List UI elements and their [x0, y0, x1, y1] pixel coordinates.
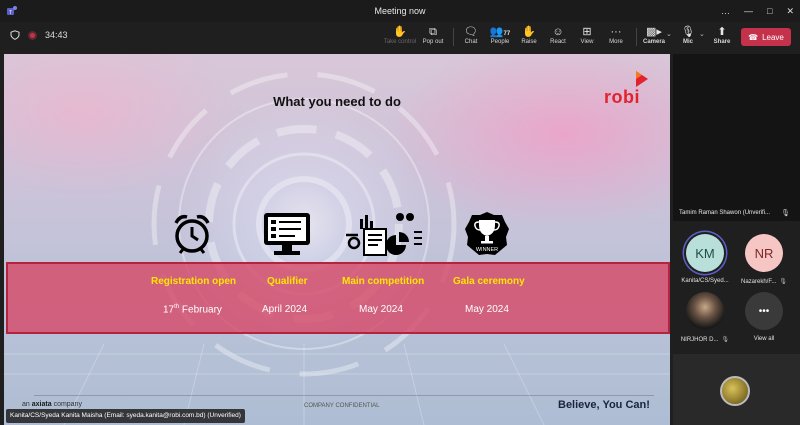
- slide-title: What you need to do: [273, 94, 401, 109]
- react-label: React: [550, 39, 566, 45]
- title-bar: T Meeting now … — □ ✕: [0, 0, 800, 22]
- slide-footer-divider: [34, 395, 654, 396]
- participant-name-text: Nazarekh/F...: [741, 279, 777, 285]
- people-count-badge: 77: [503, 31, 511, 37]
- trophy-icon: WINNER: [465, 212, 509, 255]
- share-button[interactable]: ⬆ Share: [704, 25, 740, 45]
- mic-muted-icon: 🎙: [721, 337, 730, 343]
- robi-logo-text: robi: [604, 87, 640, 107]
- chat-label: Chat: [464, 39, 478, 45]
- self-preview-tile[interactable]: [673, 354, 800, 425]
- leave-label: Leave: [762, 32, 784, 42]
- avatar: NR: [745, 234, 783, 272]
- participant-name: Nazarekh/F... 🎙: [734, 278, 794, 285]
- camera-label: Camera: [642, 39, 665, 45]
- meeting-status: 34:43: [10, 30, 68, 40]
- axiata-company-tag: an axiata company: [22, 401, 82, 408]
- analytics-icon: [346, 213, 422, 256]
- more-icon: •••: [745, 292, 783, 330]
- computer-checklist-icon: [264, 213, 310, 255]
- milestone-date: April 2024: [262, 304, 308, 315]
- robi-logo-mark-icon: [636, 71, 648, 87]
- recording-icon: [28, 30, 37, 40]
- milestone-heading: Qualifier: [267, 276, 308, 287]
- window-title: Meeting now: [374, 6, 426, 16]
- participant-name-text: Kanita/CS/Syed...: [681, 278, 729, 284]
- maximize-icon[interactable]: □: [767, 6, 772, 16]
- more-label: More: [609, 39, 623, 45]
- mic-label: Mic: [682, 39, 693, 45]
- mic-muted-icon: 🎙: [779, 279, 787, 285]
- view-label: View: [580, 39, 594, 45]
- share-label: Share: [713, 39, 731, 45]
- milestone-date: 17th February: [163, 304, 222, 315]
- shared-screen: What you need to do robi WINNER Registra…: [4, 54, 670, 425]
- take-control-button[interactable]: ✋ Take control: [382, 25, 418, 45]
- take-control-icon: ✋: [393, 26, 407, 38]
- milestone-date-month: February: [179, 304, 222, 316]
- phone-hangup-icon: ☎: [748, 32, 759, 42]
- alarm-clock-icon: [174, 214, 210, 254]
- confidential-label: COMPANY CONFIDENTIAL: [304, 403, 380, 409]
- presenter-name-label: Kanita/CS/Syeda Kanita Maisha (Email: sy…: [6, 409, 245, 423]
- raise-label: Raise: [521, 39, 537, 45]
- view-all-label: View all: [753, 336, 775, 342]
- trophy-winner-text: WINNER: [476, 247, 498, 253]
- company-suffix: company: [53, 401, 82, 408]
- people-label: People: [490, 39, 510, 45]
- share-icon: ⬆: [717, 26, 727, 38]
- minimize-icon[interactable]: —: [744, 6, 753, 16]
- timeline-band: [6, 262, 670, 334]
- shield-icon[interactable]: [10, 30, 20, 40]
- participant-name-text: NIRJHOR D...: [680, 337, 719, 343]
- close-icon[interactable]: ✕: [786, 6, 794, 17]
- meeting-toolbar: 34:43 ✋ Take control ⧉ Pop out 🗨 Chat 👥7…: [0, 22, 800, 52]
- robi-logo: robi: [604, 70, 652, 110]
- avatar: [686, 292, 724, 330]
- participant-tile[interactable]: NIRJHOR D... 🎙: [675, 292, 735, 343]
- slide-slogan: Believe, You Can!: [558, 399, 650, 411]
- milestone-date: May 2024: [359, 304, 403, 315]
- take-control-label: Take control: [383, 39, 417, 45]
- window-controls: … — □ ✕: [721, 0, 794, 22]
- slide-background-rings: [4, 71, 670, 425]
- meeting-timer: 34:43: [45, 30, 68, 40]
- mic-muted-icon: 🎙: [781, 210, 790, 217]
- participant-tile[interactable]: NR Nazarekh/F... 🎙: [734, 234, 794, 285]
- milestone-date: May 2024: [465, 304, 509, 315]
- more-button[interactable]: ··· More: [598, 25, 634, 45]
- company-prefix: an: [22, 401, 30, 408]
- more-icon: ···: [610, 26, 622, 38]
- window-more-icon[interactable]: …: [721, 6, 730, 16]
- participant-name: Tamim Raman Shawon (Unverifi...: [679, 210, 771, 216]
- teams-meeting-window: T Meeting now … — □ ✕ 34:43 ✋ Take contr…: [0, 0, 800, 425]
- pop-out-button[interactable]: ⧉ Pop out: [415, 25, 451, 45]
- avatar: KM: [686, 234, 724, 272]
- participant-name: NIRJHOR D... 🎙: [675, 336, 735, 343]
- view-all-button[interactable]: ••• View all: [734, 292, 794, 342]
- milestone-date-day: 17: [163, 304, 175, 316]
- spotlight-participant-tile[interactable]: Tamim Raman Shawon (Unverifi... 🎙: [673, 54, 800, 221]
- participants-panel: Tamim Raman Shawon (Unverifi... 🎙 KM Kan…: [673, 54, 800, 425]
- company-brand: axiata: [31, 401, 52, 408]
- leave-button[interactable]: ☎ Leave: [741, 28, 791, 46]
- pop-out-icon: ⧉: [429, 26, 437, 38]
- milestone-heading: Registration open: [151, 276, 237, 287]
- milestone-heading: Gala ceremony: [453, 276, 525, 287]
- participant-name: Kanita/CS/Syed...: [675, 278, 735, 284]
- participant-tile[interactable]: KM Kanita/CS/Syed...: [675, 234, 735, 284]
- avatar: [720, 376, 750, 406]
- milestone-heading: Main competition: [342, 276, 425, 287]
- pop-out-label: Pop out: [422, 39, 444, 45]
